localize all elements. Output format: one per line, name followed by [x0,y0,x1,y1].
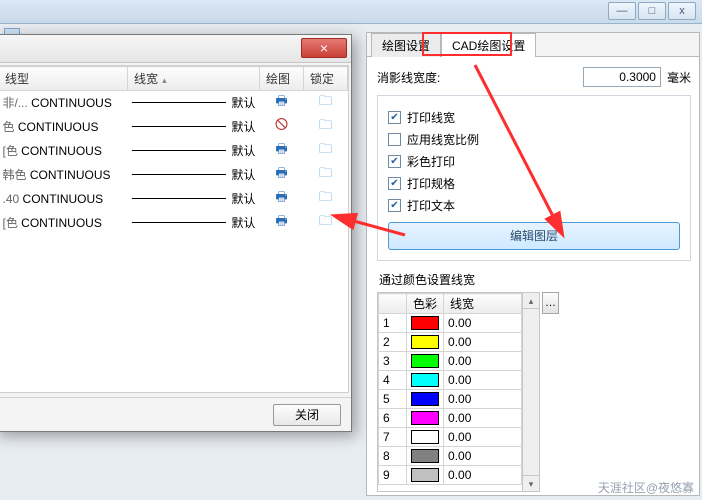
table-row[interactable]: [色 CONTINUOUS默认🖶🗀 [0,139,348,163]
table-row[interactable]: 韩色 CONTINUOUS默认🖶🗀 [0,163,348,187]
printer-icon[interactable]: 🖶 [275,189,287,204]
table-row[interactable]: 20.00 [379,333,522,352]
scrollbar[interactable]: ▴ ▾ [522,293,539,491]
unit-label: 毫米 [667,69,691,86]
table-row[interactable]: 60.00 [379,409,522,428]
col-plot[interactable]: 绘图 [260,67,304,91]
checkbox-print-spec-label: 打印规格 [407,175,455,192]
col-color[interactable]: 色彩 [407,294,444,314]
maximize-button[interactable]: □ [638,2,666,20]
by-color-heading: 通过颜色设置线宽 [379,271,691,288]
checkbox-print-spec[interactable]: ✔ [388,177,401,190]
settings-panel: 绘图设置 CAD绘图设置 消影线宽度: 毫米 ✔ 打印线宽 应用线宽比例 ✔ 彩色打… [366,32,700,496]
checkbox-color-print[interactable]: ✔ [388,155,401,168]
table-row[interactable]: [色 CONTINUOUS默认🖶🗀 [0,211,348,235]
lock-icon[interactable]: 🗀 [319,117,332,132]
col-color-lw[interactable]: 线宽 [444,294,522,314]
table-row[interactable]: 30.00 [379,352,522,371]
checkbox-print-lineweight[interactable]: ✔ [388,111,401,124]
print-options-group: ✔ 打印线宽 应用线宽比例 ✔ 彩色打印 ✔ 打印规格 ✔ 打印文本 编辑图层 [377,95,691,261]
lock-icon[interactable]: 🗀 [319,93,332,108]
lock-icon[interactable]: 🗀 [319,165,332,180]
printer-icon[interactable]: 🖶 [275,165,287,180]
checkbox-color-print-label: 彩色打印 [407,153,455,170]
col-linetype[interactable]: 线型 [0,67,128,91]
scroll-up-icon[interactable]: ▴ [523,293,539,309]
hidden-line-width-label: 消影线宽度: [377,69,577,86]
dialog-titlebar: × [0,35,351,63]
table-row[interactable]: 70.00 [379,428,522,447]
printer-icon[interactable]: 🛇 [275,117,288,132]
lock-icon[interactable]: 🗀 [319,189,332,204]
minimize-button[interactable]: — [608,2,636,20]
col-lineweight[interactable]: 线宽▴ [128,67,260,91]
lock-icon[interactable]: 🗀 [319,141,332,156]
layer-dialog: × 线型 线宽▴ 绘图 锁定 非/... CONTINUOUS默认🖶🗀色 CON… [0,34,352,432]
color-picker-button[interactable]: … [542,292,559,314]
table-row[interactable]: 50.00 [379,390,522,409]
checkbox-apply-lw-scale[interactable] [388,133,401,146]
table-row[interactable]: 非/... CONTINUOUS默认🖶🗀 [0,91,348,115]
table-row[interactable]: 色 CONTINUOUS默认🛇🗀 [0,115,348,139]
edit-layers-button[interactable]: 编辑图层 [388,222,680,250]
table-row[interactable]: 10.00 [379,314,522,333]
close-button[interactable]: 关闭 [273,404,341,426]
scroll-down-icon[interactable]: ▾ [523,475,539,491]
printer-icon[interactable]: 🖶 [275,213,287,228]
color-lineweight-table: 色彩 线宽 10.0020.0030.0040.0050.0060.0070.0… [378,293,522,485]
checkbox-print-text[interactable]: ✔ [388,199,401,212]
checkbox-apply-lw-scale-label: 应用线宽比例 [407,131,479,148]
layer-table: 线型 线宽▴ 绘图 锁定 非/... CONTINUOUS默认🖶🗀色 CONTI… [0,66,348,235]
window-close-button[interactable]: x [668,2,696,20]
tab-draw-settings[interactable]: 绘图设置 [371,33,441,57]
table-row[interactable]: 90.00 [379,466,522,485]
dialog-close-button[interactable]: × [301,38,347,58]
checkbox-print-text-label: 打印文本 [407,197,455,214]
checkbox-print-lineweight-label: 打印线宽 [407,109,455,126]
table-row[interactable]: 40.00 [379,371,522,390]
printer-icon[interactable]: 🖶 [275,141,287,156]
table-row[interactable]: .40 CONTINUOUS默认🖶🗀 [0,187,348,211]
col-lock[interactable]: 锁定 [304,67,348,91]
watermark: 天涯社区@夜悠寡 [598,479,694,496]
hidden-line-width-input[interactable] [583,67,661,87]
table-row[interactable]: 80.00 [379,447,522,466]
lock-icon[interactable]: 🗀 [319,213,332,228]
printer-icon[interactable]: 🖶 [275,93,287,108]
tab-cad-draw-settings[interactable]: CAD绘图设置 [441,33,536,57]
sort-indicator-icon: ▴ [162,75,167,85]
